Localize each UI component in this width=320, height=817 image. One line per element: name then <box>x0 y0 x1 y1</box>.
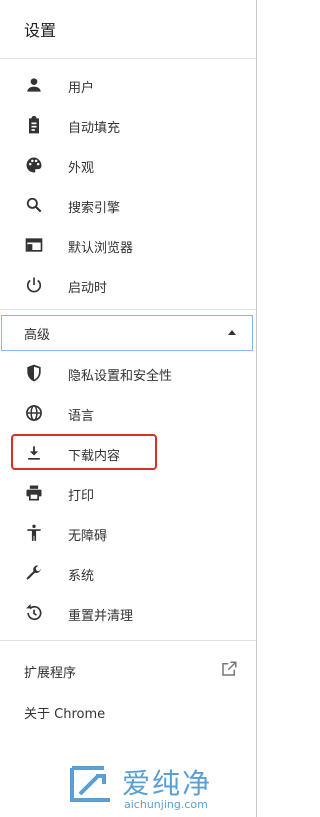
about-chrome-label: 关于 Chrome <box>24 707 106 722</box>
watermark-title: 爱纯净 <box>122 767 213 800</box>
extensions-label: 扩展程序 <box>24 666 77 681</box>
advanced-toggle[interactable]: 高级 <box>1 315 253 351</box>
sidebar-item-label: 启动时 <box>68 281 108 296</box>
divider <box>0 640 256 641</box>
palette-icon <box>24 155 44 175</box>
sidebar-item-default-browser[interactable]: 默认浏览器 <box>0 225 256 265</box>
sidebar-item-privacy[interactable]: 隐私设置和安全性 <box>0 353 256 393</box>
sidebar-item-people[interactable]: 用户 <box>0 65 256 105</box>
search-icon <box>24 195 44 215</box>
settings-sidebar: 设置 用户 自动填充 外观 搜索引擎 默认浏览器 启动时 高级 隐私设置和安全性… <box>0 0 257 817</box>
watermark-logo-icon <box>66 764 114 804</box>
open-in-new-icon <box>220 660 238 678</box>
watermark-url: aichunjing.com <box>124 798 208 811</box>
sidebar-item-accessibility[interactable]: 无障碍 <box>0 513 256 553</box>
sidebar-item-label: 默认浏览器 <box>68 241 134 256</box>
sidebar-item-languages[interactable]: 语言 <box>0 393 256 433</box>
sidebar-item-autofill[interactable]: 自动填充 <box>0 105 256 145</box>
person-icon <box>24 75 44 95</box>
settings-header: 设置 <box>0 0 256 59</box>
sidebar-item-label: 系统 <box>68 569 95 584</box>
watermark: 爱纯净 aichunjing.com <box>66 762 256 814</box>
caret-up-icon <box>228 330 236 335</box>
advanced-label: 高级 <box>24 327 51 343</box>
accessibility-icon <box>24 523 44 543</box>
printer-icon <box>24 483 44 503</box>
sidebar-item-system[interactable]: 系统 <box>0 553 256 593</box>
sidebar-item-printing[interactable]: 打印 <box>0 473 256 513</box>
page-title: 设置 <box>24 21 57 40</box>
browser-window-icon <box>24 235 44 255</box>
sidebar-item-label: 语言 <box>68 409 95 424</box>
highlight-box <box>11 434 157 470</box>
clipboard-icon <box>24 115 44 135</box>
shield-icon <box>24 363 44 383</box>
about-chrome-link[interactable]: 关于 Chrome <box>0 695 256 727</box>
sidebar-item-label: 搜索引擎 <box>68 201 121 216</box>
sidebar-item-label: 外观 <box>68 161 95 176</box>
sidebar-item-reset[interactable]: 重置并清理 <box>0 593 256 633</box>
sidebar-item-appearance[interactable]: 外观 <box>0 145 256 185</box>
sidebar-item-label: 打印 <box>68 489 95 504</box>
restore-icon <box>24 603 44 623</box>
sidebar-item-label: 重置并清理 <box>68 609 134 624</box>
sidebar-item-label: 自动填充 <box>68 121 121 136</box>
divider <box>0 309 256 310</box>
sidebar-item-label: 用户 <box>68 81 95 96</box>
wrench-icon <box>24 563 44 583</box>
sidebar-item-search-engine[interactable]: 搜索引擎 <box>0 185 256 225</box>
sidebar-item-label: 无障碍 <box>68 529 108 544</box>
globe-icon <box>24 403 44 423</box>
sidebar-item-on-startup[interactable]: 启动时 <box>0 265 256 305</box>
sidebar-item-label: 隐私设置和安全性 <box>68 369 173 384</box>
power-icon <box>24 275 44 295</box>
extensions-link[interactable]: 扩展程序 <box>0 654 256 686</box>
